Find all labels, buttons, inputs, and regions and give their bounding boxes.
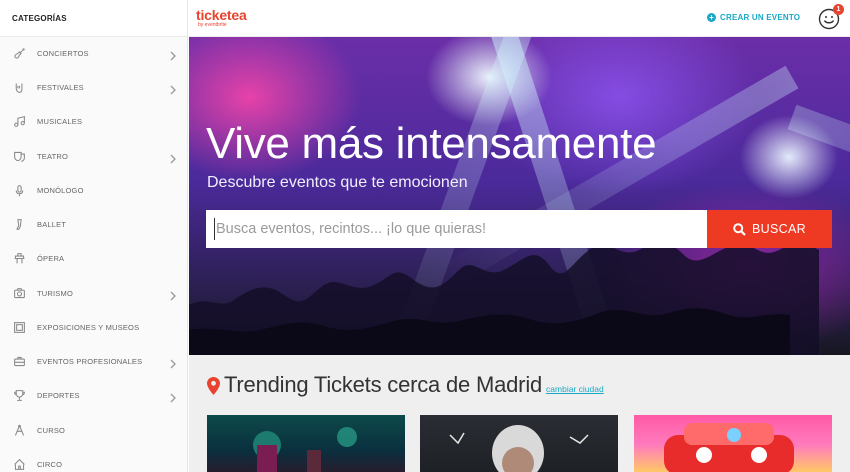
sidebar-item-label: TURISMO — [37, 288, 73, 298]
sidebar-item-label: TEATRO — [37, 151, 69, 161]
opera-icon — [11, 250, 27, 266]
search-icon — [733, 222, 746, 236]
trending-header: Trending Tickets cerca de Madrid cambiar… — [207, 372, 604, 398]
trending-title: Trending Tickets cerca de Madrid — [224, 372, 543, 397]
search-button-label: BUSCAR — [752, 222, 806, 236]
create-event-label: CREAR UN EVENTO — [720, 13, 801, 22]
hero-subtitle: Descubre eventos que te emocionen — [207, 174, 468, 191]
hero-banner: Vive más intensamente Descubre eventos q… — [189, 37, 850, 355]
chevron-right-icon — [170, 48, 176, 61]
sidebar-item-festivales[interactable]: FESTIVALES — [0, 70, 188, 104]
sidebar-item-label: EXPOSICIONES Y MUSEOS — [37, 322, 140, 332]
music-note-icon — [11, 113, 27, 129]
change-city-link[interactable]: cambiar ciudad — [546, 384, 604, 394]
sidebar-item-exposiciones[interactable]: EXPOSICIONES Y MUSEOS — [0, 310, 188, 344]
circus-icon — [11, 456, 27, 472]
camera-icon — [11, 285, 27, 301]
event-card-image — [253, 427, 357, 472]
sidebar-item-label: MUSICALES — [37, 116, 83, 126]
logo-text: ticketea — [196, 7, 247, 23]
sidebar-item-label: FESTIVALES — [37, 82, 84, 92]
chevron-right-icon — [170, 151, 176, 164]
sidebar-item-label: EVENTOS PROFESIONALES — [37, 356, 143, 366]
crowd-silhouette — [189, 242, 819, 355]
sidebar-item-label: MONÓLOGO — [37, 185, 84, 195]
sidebar-item-turismo[interactable]: TURISMO — [0, 276, 188, 310]
sidebar-item-label: BALLET — [37, 219, 67, 229]
chevron-right-icon — [170, 288, 176, 301]
event-card[interactable] — [634, 415, 832, 472]
create-event-link[interactable]: + CREAR UN EVENTO — [707, 13, 800, 22]
briefcase-icon — [11, 353, 27, 369]
compass-icon — [11, 422, 27, 438]
theater-masks-icon — [11, 148, 27, 164]
frame-icon — [11, 319, 27, 335]
sidebar-item-opera[interactable]: ÓPERA — [0, 241, 188, 275]
event-card-image — [664, 423, 794, 472]
chevron-right-icon — [170, 356, 176, 369]
sidebar-item-label: CURSO — [37, 425, 66, 435]
sidebar-item-label: CIRCO — [37, 459, 63, 469]
trophy-icon — [11, 387, 27, 403]
location-pin-icon — [207, 377, 220, 395]
sidebar-item-eventos-profesionales[interactable]: EVENTOS PROFESIONALES — [0, 344, 188, 378]
sidebar-item-label: ÓPERA — [37, 253, 65, 263]
notification-badge: 1 — [833, 4, 844, 15]
rock-hand-icon — [11, 79, 27, 95]
sidebar-item-conciertos[interactable]: CONCIERTOS — [0, 36, 188, 70]
sidebar-item-deportes[interactable]: DEPORTES — [0, 378, 188, 412]
sidebar-item-ballet[interactable]: BALLET — [0, 207, 188, 241]
trending-section: Trending Tickets cerca de Madrid cambiar… — [189, 355, 850, 472]
top-header: ticketea by eventbrite + CREAR UN EVENTO… — [189, 0, 850, 37]
event-card-image — [449, 425, 589, 472]
search-input[interactable] — [206, 210, 707, 248]
microphone-icon — [11, 182, 27, 198]
category-sidebar: CATEGORÍAS CONCIERTOS FESTIVALES MUSICAL… — [0, 0, 188, 472]
ticketea-logo[interactable]: ticketea by eventbrite — [196, 8, 247, 28]
sidebar-heading: CATEGORÍAS — [0, 0, 187, 37]
guitar-icon — [11, 45, 27, 61]
hero-title: Vive más intensamente — [206, 119, 657, 168]
sidebar-item-circo[interactable]: CIRCO — [0, 447, 188, 472]
event-card[interactable] — [420, 415, 618, 472]
ballet-shoe-icon — [11, 216, 27, 232]
search-button[interactable]: BUSCAR — [707, 210, 832, 248]
text-caret — [214, 218, 215, 240]
sidebar-item-musicales[interactable]: MUSICALES — [0, 104, 188, 138]
event-card[interactable] — [207, 415, 405, 472]
chevron-right-icon — [170, 390, 176, 403]
plus-circle-icon: + — [707, 13, 716, 22]
sidebar-item-label: CONCIERTOS — [37, 48, 89, 58]
sidebar-item-curso[interactable]: CURSO — [0, 413, 188, 447]
sidebar-item-monologo[interactable]: MONÓLOGO — [0, 173, 188, 207]
sidebar-item-teatro[interactable]: TEATRO — [0, 139, 188, 173]
sidebar-item-label: DEPORTES — [37, 390, 80, 400]
chevron-right-icon — [170, 82, 176, 95]
